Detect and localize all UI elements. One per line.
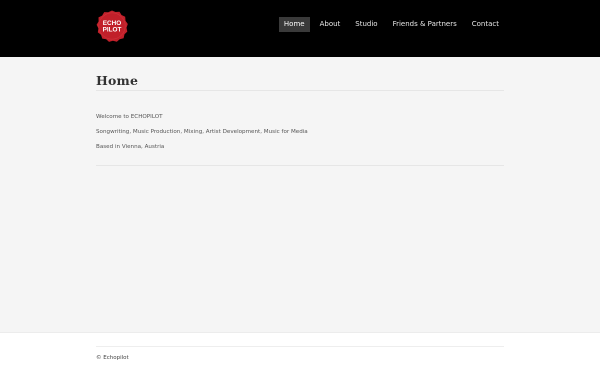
nav-item-studio[interactable]: Studio [350, 17, 382, 32]
nav-item-contact[interactable]: Contact [467, 17, 504, 32]
services-text: Songwriting, Music Production, Mixing, A… [96, 129, 308, 135]
logo-badge-icon: ECHO PILOT [96, 10, 128, 42]
title-divider [96, 90, 504, 91]
main-nav: Home About Studio Friends & Partners Con… [274, 17, 504, 32]
page-title: Home [96, 73, 139, 88]
location-text: Based in Vienna, Austria [96, 144, 165, 150]
copyright-text: © Echopilot [96, 355, 129, 361]
site-header: ECHO PILOT Home About Studio Friends & P… [0, 0, 600, 57]
content-divider [96, 165, 504, 166]
footer-divider [96, 346, 504, 347]
echopilot-logo[interactable]: ECHO PILOT [95, 9, 129, 43]
nav-item-friends-partners[interactable]: Friends & Partners [388, 17, 462, 32]
site-footer: © Echopilot [0, 332, 600, 375]
nav-item-about[interactable]: About [315, 17, 346, 32]
logo-text-line2: PILOT [103, 27, 122, 34]
nav-item-home[interactable]: Home [278, 17, 310, 32]
welcome-text: Welcome to ECHOPILOT [96, 114, 163, 120]
